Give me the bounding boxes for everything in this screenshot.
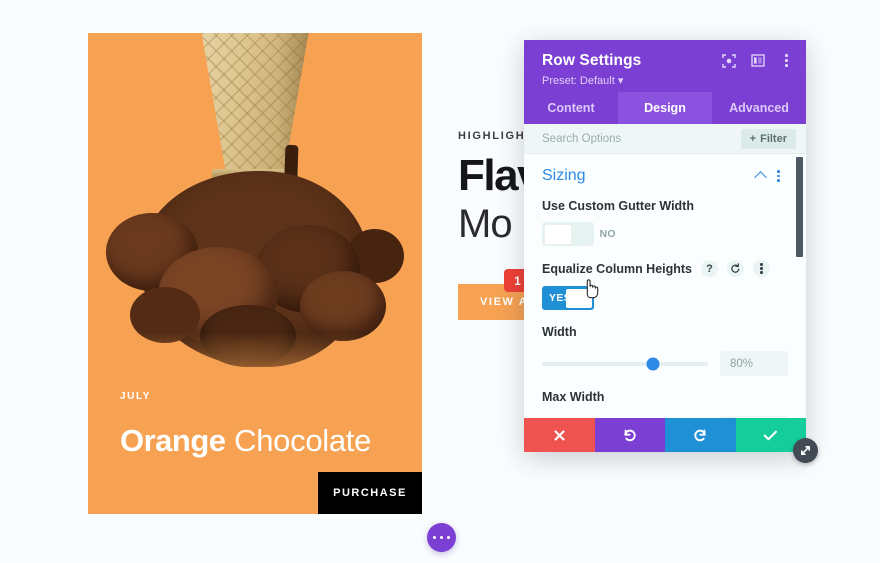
width-value-input[interactable]: 80%	[720, 351, 788, 376]
modal-tabs: Content Design Advanced	[524, 92, 806, 124]
ice-cream-photo	[88, 33, 422, 403]
width-slider-track[interactable]	[542, 357, 708, 370]
toggle-knob	[544, 224, 571, 244]
plus-icon: +	[749, 132, 757, 145]
max-width-slider-row: 1080px	[542, 416, 788, 418]
promo-title-bold: Orange	[120, 422, 226, 458]
filter-button-label: Filter	[760, 132, 787, 145]
field-label: Use Custom Gutter Width	[542, 199, 694, 213]
field-label: Width	[542, 325, 577, 339]
field-label: Equalize Column Heights	[542, 261, 693, 276]
redo-button[interactable]	[665, 418, 736, 452]
field-label-row: Equalize Column Heights ?	[542, 260, 788, 277]
waffle-cone-graphic	[200, 33, 310, 169]
field-use-custom-gutter-width: Use Custom Gutter Width NO	[524, 194, 806, 246]
section-sizing-header[interactable]: Sizing	[524, 154, 806, 194]
width-slider-handle[interactable]	[646, 357, 660, 370]
search-bar: Search Options + Filter	[524, 124, 806, 154]
field-label-row: Use Custom Gutter Width	[542, 199, 788, 213]
promo-eyebrow: JULY	[120, 391, 152, 402]
tab-content[interactable]: Content	[524, 92, 618, 124]
scoop-lobe	[300, 271, 386, 341]
modal-preset-label: Preset: Default	[542, 75, 615, 87]
cancel-button[interactable]	[524, 418, 595, 452]
field-width: Width 80%	[524, 310, 806, 376]
search-input[interactable]: Search Options	[542, 133, 621, 145]
width-slider-row: 80%	[542, 351, 788, 376]
promo-title: Orange Chocolate	[120, 422, 372, 458]
more-options-fab[interactable]	[427, 523, 456, 552]
chevron-down-icon: ▾	[617, 75, 624, 87]
dot	[432, 535, 437, 540]
dot	[446, 535, 451, 540]
field-equalize-column-heights: Equalize Column Heights ? YES	[524, 246, 806, 310]
row-settings-modal: Row Settings Preset: Default ▾ Content D…	[524, 40, 806, 452]
app-canvas: JULY Orange Chocolate PURCHASE HIGHLIGHT…	[0, 0, 880, 563]
kebab-menu-icon[interactable]	[779, 53, 794, 68]
undo-button[interactable]	[594, 418, 665, 452]
kebab-menu-icon[interactable]	[777, 169, 780, 183]
resize-diagonal-icon[interactable]	[793, 438, 818, 463]
mouse-cursor-pointer	[583, 278, 601, 300]
section-title: Sizing	[542, 167, 586, 184]
help-icon[interactable]: ?	[701, 260, 719, 277]
purchase-button[interactable]: PURCHASE	[318, 472, 422, 514]
tab-advanced[interactable]: Advanced	[712, 92, 806, 124]
field-max-width: Max Width 1080px	[524, 376, 806, 418]
modal-header-actions	[721, 53, 794, 68]
modal-preset-selector[interactable]: Preset: Default ▾	[542, 74, 792, 87]
vertical-scrollbar[interactable]	[796, 157, 803, 257]
dot	[439, 535, 444, 540]
toggle-value: NO	[599, 228, 616, 240]
max-width-value-input[interactable]: 1080px	[720, 416, 788, 418]
promo-card: JULY Orange Chocolate PURCHASE	[88, 33, 422, 514]
section-header-actions	[754, 169, 780, 184]
chevron-up-icon[interactable]	[754, 171, 768, 184]
reset-icon[interactable]	[727, 260, 745, 277]
gutter-width-toggle[interactable]: NO	[542, 222, 616, 246]
promo-title-light: Chocolate	[234, 422, 372, 458]
tab-design[interactable]: Design	[618, 92, 712, 124]
kebab-menu-icon[interactable]	[753, 260, 771, 277]
layout-columns-icon[interactable]	[750, 53, 765, 68]
focus-target-icon[interactable]	[721, 53, 736, 68]
modal-header: Row Settings Preset: Default ▾ Content D…	[524, 40, 806, 124]
options-scroll-area[interactable]: Sizing Use Custom Gutter Width NO Equali…	[524, 154, 806, 418]
field-label: Max Width	[542, 390, 605, 404]
modal-footer	[524, 418, 806, 452]
filter-button[interactable]: + Filter	[740, 128, 796, 149]
